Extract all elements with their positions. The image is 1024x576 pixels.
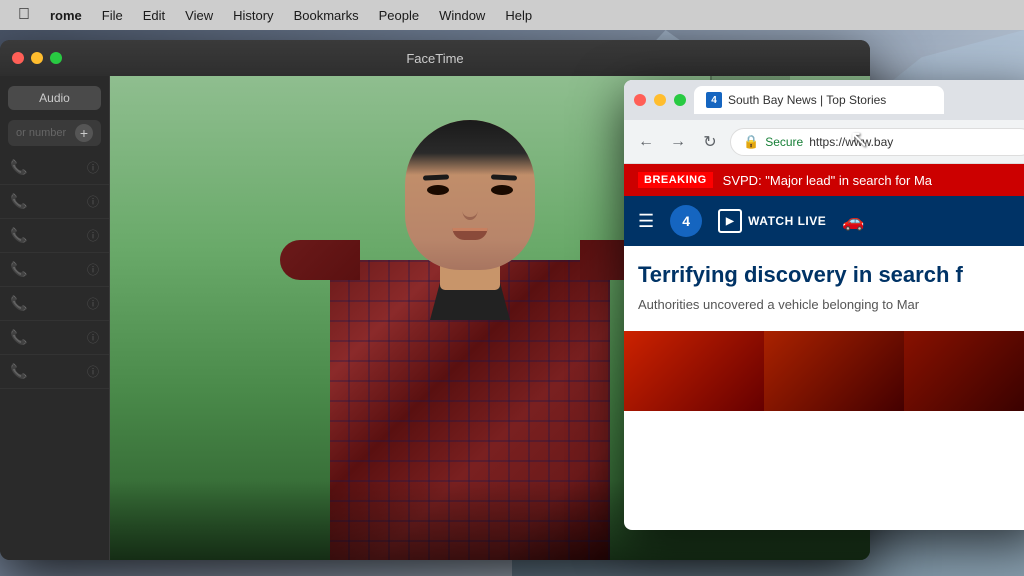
- watch-live-button[interactable]: ▶ WATCH LIVE: [718, 209, 826, 233]
- thumbnail-1: [624, 331, 764, 411]
- phone-icon: 📞: [10, 159, 27, 176]
- forward-button[interactable]: →: [666, 130, 690, 154]
- tab-favicon: 4: [706, 92, 722, 108]
- facetime-sidebar: Audio or number + 📞 ⓘ 📞 ⓘ 📞 ⓘ 📞 ⓘ: [0, 76, 110, 560]
- menu-history[interactable]: History: [223, 0, 283, 30]
- phone-icon: 📞: [10, 261, 27, 278]
- lock-icon: 🔒: [743, 134, 759, 150]
- contact-item[interactable]: 📞 ⓘ: [0, 253, 109, 287]
- tab-title: South Bay News | Top Stories: [728, 93, 886, 107]
- facetime-titlebar: FaceTime: [0, 40, 870, 76]
- breaking-label: BREAKING: [638, 172, 713, 188]
- chrome-maximize-btn[interactable]: [674, 94, 686, 106]
- contact-item[interactable]: 📞 ⓘ: [0, 219, 109, 253]
- desktop: FaceTime Audio or number + 📞 ⓘ 📞 ⓘ 📞 ⓘ: [0, 30, 1024, 576]
- phone-icon: 📞: [10, 227, 27, 244]
- info-icon: ⓘ: [87, 193, 99, 210]
- maximize-button[interactable]: [50, 52, 62, 64]
- phone-icon: 📞: [10, 193, 27, 210]
- contact-item[interactable]: 📞 ⓘ: [0, 151, 109, 185]
- menu-window[interactable]: Window: [429, 0, 495, 30]
- chrome-window: 4 South Bay News | Top Stories ← → ↻ 🔒 S…: [624, 80, 1024, 530]
- window-controls: [12, 52, 62, 64]
- menu-view[interactable]: View: [175, 0, 223, 30]
- chrome-address-bar: ← → ↻ 🔒 Secure https://www.bay: [624, 120, 1024, 164]
- contact-item[interactable]: 📞 ⓘ: [0, 287, 109, 321]
- menu-bar:  rome File Edit View History Bookmarks …: [0, 0, 1024, 30]
- channel-4-nav: ☰ 4 ▶ WATCH LIVE 🚗: [624, 196, 1024, 246]
- info-icon: ⓘ: [87, 329, 99, 346]
- menu-help[interactable]: Help: [495, 0, 542, 30]
- menu-bookmarks[interactable]: Bookmarks: [284, 0, 369, 30]
- watch-live-label: WATCH LIVE: [748, 214, 826, 228]
- channel-4-logo[interactable]: 4: [670, 205, 702, 237]
- add-contact-button[interactable]: +: [75, 124, 93, 142]
- chrome-close-btn[interactable]: [634, 94, 646, 106]
- search-field[interactable]: or number +: [8, 120, 101, 146]
- refresh-button[interactable]: ↻: [698, 130, 722, 154]
- app-name-chrome[interactable]: rome: [40, 0, 92, 30]
- apple-menu[interactable]: : [8, 0, 40, 30]
- search-placeholder: or number: [16, 127, 66, 139]
- breaking-text: SVPD: "Major lead" in search for Ma: [723, 173, 932, 188]
- contact-item[interactable]: 📞 ⓘ: [0, 185, 109, 219]
- secure-label: Secure: [765, 135, 803, 149]
- phone-icon: 📞: [10, 295, 27, 312]
- close-button[interactable]: [12, 52, 24, 64]
- chrome-titlebar: 4 South Bay News | Top Stories: [624, 80, 1024, 120]
- article-headline: Terrifying discovery in search f: [638, 262, 1024, 288]
- thumbnail-3: [904, 331, 1024, 411]
- hamburger-menu-icon[interactable]: ☰: [638, 211, 654, 232]
- thumbnail-2: [764, 331, 904, 411]
- contact-item[interactable]: 📞 ⓘ: [0, 355, 109, 389]
- info-icon: ⓘ: [87, 227, 99, 244]
- thumbnail-strip: [624, 331, 1024, 411]
- breaking-news-bar: BREAKING SVPD: "Major lead" in search fo…: [624, 164, 1024, 196]
- minimize-button[interactable]: [31, 52, 43, 64]
- menu-people[interactable]: People: [369, 0, 429, 30]
- address-field[interactable]: 🔒 Secure https://www.bay: [730, 128, 1024, 156]
- article-subtitle: Authorities uncovered a vehicle belongin…: [638, 296, 1024, 314]
- chrome-minimize-btn[interactable]: [654, 94, 666, 106]
- play-icon: ▶: [718, 209, 742, 233]
- chrome-tab[interactable]: 4 South Bay News | Top Stories: [694, 86, 944, 114]
- back-button[interactable]: ←: [634, 130, 658, 154]
- traffic-icon[interactable]: 🚗: [842, 211, 864, 232]
- contact-item[interactable]: 📞 ⓘ: [0, 321, 109, 355]
- info-icon: ⓘ: [87, 261, 99, 278]
- info-icon: ⓘ: [87, 295, 99, 312]
- info-icon: ⓘ: [87, 363, 99, 380]
- article-content: Terrifying discovery in search f Authori…: [624, 246, 1024, 331]
- url-text: https://www.bay: [809, 135, 893, 149]
- phone-icon: 📞: [10, 329, 27, 346]
- info-icon: ⓘ: [87, 159, 99, 176]
- phone-icon: 📞: [10, 363, 27, 380]
- facetime-title: FaceTime: [406, 51, 463, 66]
- menu-file[interactable]: File: [92, 0, 133, 30]
- audio-button[interactable]: Audio: [8, 86, 101, 110]
- menu-edit[interactable]: Edit: [133, 0, 175, 30]
